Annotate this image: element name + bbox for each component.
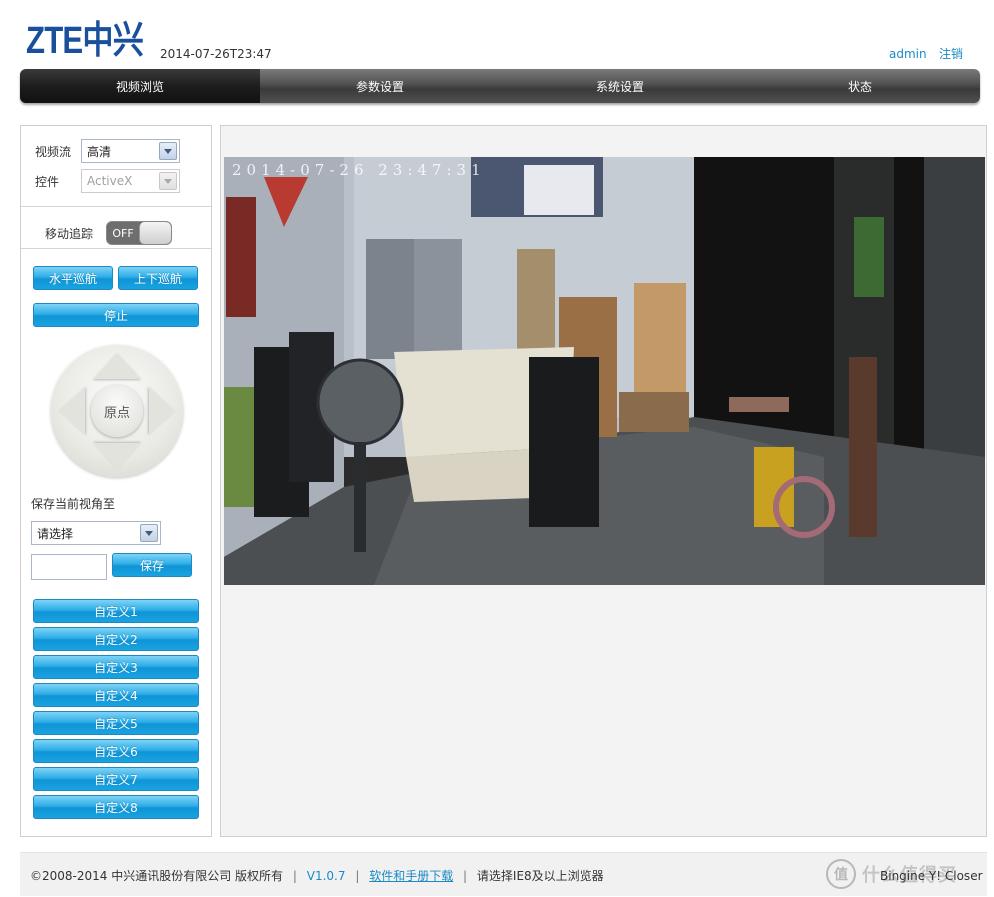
control-select[interactable]: ActiveX bbox=[81, 169, 180, 193]
camera-video-feed[interactable]: 2014-07-26 23:47:31 bbox=[224, 157, 985, 585]
tab-system-settings[interactable]: 系统设置 bbox=[500, 69, 740, 103]
ptz-down-arrow-icon[interactable] bbox=[93, 443, 141, 469]
user-link[interactable]: admin bbox=[889, 47, 927, 61]
toggle-state: OFF bbox=[112, 226, 134, 240]
save-view-label: 保存当前视角至 bbox=[31, 497, 116, 511]
footer-text: ©2008-2014 中兴通讯股份有限公司 版权所有 | V1.0.7 | 软件… bbox=[30, 867, 604, 884]
preset-select-value: 请选择 bbox=[37, 526, 74, 541]
preset-name-input[interactable] bbox=[31, 554, 107, 580]
custom-preset-7-button[interactable]: 自定义7 bbox=[33, 767, 199, 791]
main-nav: 视频浏览 参数设置 系统设置 状态 bbox=[20, 69, 980, 103]
save-button[interactable]: 保存 bbox=[112, 553, 192, 577]
custom-preset-4-button[interactable]: 自定义4 bbox=[33, 683, 199, 707]
motion-tracking-label: 移动追踪 bbox=[45, 227, 94, 241]
custom-preset-6-button[interactable]: 自定义6 bbox=[33, 739, 199, 763]
custom-preset-3-button[interactable]: 自定义3 bbox=[33, 655, 199, 679]
watermark-icon: 值 bbox=[826, 859, 856, 889]
zte-logo: ZTE中兴 bbox=[26, 22, 169, 60]
control-label: 控件 bbox=[35, 175, 60, 189]
footer: ©2008-2014 中兴通讯股份有限公司 版权所有 | V1.0.7 | 软件… bbox=[20, 852, 987, 896]
footer-separator: | bbox=[355, 869, 360, 883]
preset-select[interactable]: 请选择 bbox=[31, 521, 161, 545]
logout-link[interactable]: 注销 bbox=[939, 45, 963, 62]
copyright-text: ©2008-2014 中兴通讯股份有限公司 版权所有 bbox=[30, 869, 284, 883]
divider bbox=[21, 248, 211, 249]
ptz-control: 原点 bbox=[51, 345, 183, 477]
browser-note: 请选择IE8及以上浏览器 bbox=[476, 869, 604, 883]
custom-preset-1-button[interactable]: 自定义1 bbox=[33, 599, 199, 623]
vertical-cruise-button[interactable]: 上下巡航 bbox=[118, 266, 198, 290]
ptz-home-button[interactable]: 原点 bbox=[91, 385, 143, 437]
horizontal-cruise-button[interactable]: 水平巡航 bbox=[33, 266, 113, 290]
stream-select-value: 高清 bbox=[87, 144, 112, 159]
chevron-down-icon bbox=[140, 524, 158, 542]
control-panel: 视频流 高清 控件 ActiveX 移动追踪 OFF 水平巡航 上下巡航 停止 … bbox=[20, 125, 212, 837]
header-datetime: 2014-07-26T23:47 bbox=[160, 47, 272, 61]
divider bbox=[21, 206, 211, 207]
site-watermark: 值 什么值得买 Bingine Y! Closer bbox=[826, 859, 983, 889]
video-timestamp-overlay: 2014-07-26 23:47:31 bbox=[232, 161, 486, 179]
custom-preset-5-button[interactable]: 自定义5 bbox=[33, 711, 199, 735]
watermark-subtext: Bingine Y! Closer bbox=[880, 869, 983, 883]
ptz-left-arrow-icon[interactable] bbox=[59, 387, 85, 435]
tab-parameter-settings[interactable]: 参数设置 bbox=[260, 69, 500, 103]
custom-preset-8-button[interactable]: 自定义8 bbox=[33, 795, 199, 819]
footer-separator: | bbox=[463, 869, 468, 883]
video-panel: 2014-07-26 23:47:31 bbox=[220, 125, 987, 837]
chevron-down-icon bbox=[159, 142, 177, 160]
toggle-knob bbox=[139, 222, 171, 244]
tab-status[interactable]: 状态 bbox=[740, 69, 980, 103]
tab-video-preview[interactable]: 视频浏览 bbox=[20, 69, 260, 103]
stream-label: 视频流 bbox=[35, 145, 72, 159]
control-select-value: ActiveX bbox=[87, 174, 133, 188]
version-text: V1.0.7 bbox=[306, 869, 346, 883]
ptz-right-arrow-icon[interactable] bbox=[149, 387, 175, 435]
ptz-up-arrow-icon[interactable] bbox=[93, 353, 141, 379]
download-link[interactable]: 软件和手册下载 bbox=[369, 869, 453, 883]
camera-scene-image bbox=[224, 157, 985, 585]
chevron-down-icon bbox=[159, 172, 177, 190]
custom-preset-2-button[interactable]: 自定义2 bbox=[33, 627, 199, 651]
logo-text: ZTE中兴 bbox=[26, 20, 144, 62]
footer-separator: | bbox=[292, 869, 297, 883]
motion-tracking-toggle[interactable]: OFF bbox=[106, 221, 172, 245]
stop-button[interactable]: 停止 bbox=[33, 303, 199, 327]
stream-select[interactable]: 高清 bbox=[81, 139, 180, 163]
